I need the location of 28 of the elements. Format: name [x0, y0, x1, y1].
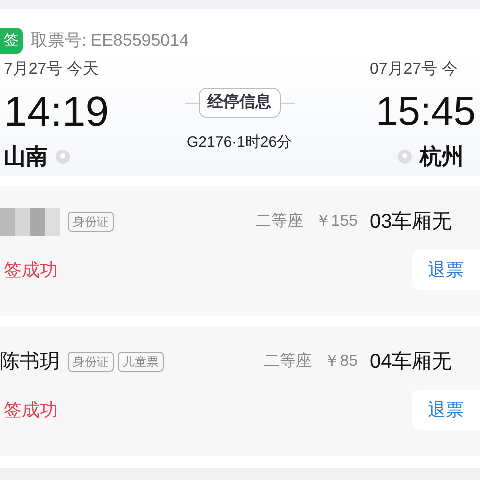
seat-number: 03车厢无	[370, 210, 454, 235]
depart-station: 山南	[4, 143, 48, 171]
change-status: 签成功	[3, 398, 58, 422]
change-status: 签成功	[3, 258, 58, 282]
redacted-name	[0, 208, 60, 236]
arrive-date: 07月27号 今	[370, 60, 460, 80]
ticket-price: ￥85	[324, 352, 358, 372]
seat-number: 04车厢无	[370, 350, 454, 375]
depart-time: 14:19	[4, 88, 110, 136]
depart-date: 7月27号 今天	[4, 60, 100, 80]
arrive-station: 杭州	[420, 143, 464, 171]
arrive-time: 15:45	[376, 89, 477, 136]
seat-class: 二等座	[255, 212, 304, 232]
refund-button[interactable]: 退票	[412, 250, 480, 290]
location-icon	[56, 150, 70, 164]
status-badge: 签	[0, 28, 23, 54]
stops-info-button[interactable]: 经停信息	[198, 88, 281, 118]
train-info: G2176·1时26分	[187, 133, 292, 153]
seat-class: 二等座	[264, 352, 312, 372]
refund-button[interactable]: 退票	[412, 390, 480, 430]
ticket-price: ￥155	[315, 212, 358, 232]
ticket-tag: 身份证	[68, 352, 114, 372]
location-icon	[398, 150, 412, 164]
pickup-label: 取票号:	[31, 30, 87, 52]
ticket-tag: 儿童票	[118, 352, 164, 372]
ticket-tag: 身份证	[68, 212, 114, 232]
passenger-name: 陈书玥	[0, 350, 60, 375]
pickup-code: EE85595014	[90, 30, 190, 52]
